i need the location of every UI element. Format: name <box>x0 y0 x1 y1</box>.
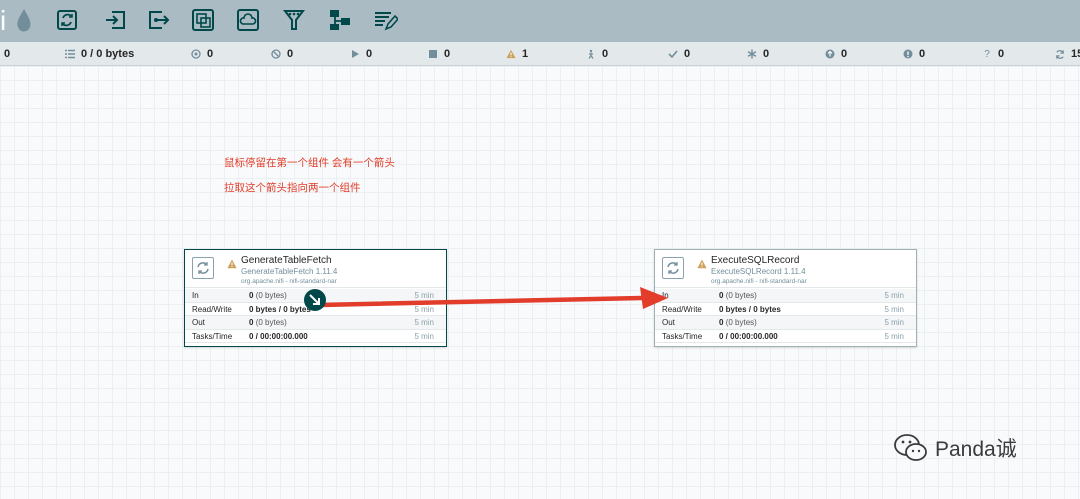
nifi-logo: i <box>0 4 34 36</box>
add-remote-process-group-button[interactable] <box>233 6 263 34</box>
row-time: 5 min <box>414 331 434 341</box>
stat-row-tasks-time: Tasks/Time 0 / 00:00:00.000 5 min <box>655 330 916 343</box>
not-transmitting-icon <box>271 49 281 59</box>
warning-icon[interactable] <box>697 259 707 269</box>
add-output-port-button[interactable] <box>143 6 173 34</box>
label-icon <box>375 12 398 31</box>
input-port-icon <box>106 11 125 29</box>
add-funnel-button[interactable] <box>279 6 309 34</box>
processor-icon <box>662 257 684 279</box>
stat-row-out: Out 0 (0 bytes) 5 min <box>655 316 916 330</box>
processor-icon <box>192 257 214 279</box>
row-time: 5 min <box>884 304 904 314</box>
remote-process-group-icon <box>237 9 259 31</box>
stopped-stat: 0 <box>428 42 450 66</box>
processor-header: GenerateTableFetch GenerateTableFetch 1.… <box>185 250 446 288</box>
watermark-text: Panda诚 <box>935 438 1017 461</box>
row-value: 0 (0 bytes) <box>249 318 287 327</box>
exclamation-circle-icon <box>903 49 913 59</box>
arrow-up-circle-icon <box>825 49 835 59</box>
processor-header: ExecuteSQLRecord ExecuteSQLRecord 1.11.4… <box>655 250 916 288</box>
row-label: Tasks/Time <box>662 331 703 341</box>
locally-modified-stat: 0 <box>747 42 769 66</box>
funnel-icon <box>282 10 306 30</box>
not-transmitting-stat: 0 <box>271 42 293 66</box>
locally-modified-stale-stat: 0 <box>903 42 925 66</box>
flow-status-bar: 0 0 / 0 bytes 0 0 0 0 1 0 0 0 0 0 ? 0 1 <box>0 42 1080 66</box>
list-icon <box>65 49 75 59</box>
row-label: Read/Write <box>192 304 232 314</box>
processor-name: GenerateTableFetch <box>241 255 332 266</box>
processor-bundle: org.apache.nifi - nifi-standard-nar <box>711 278 807 285</box>
row-value: 0 / 00:00:00.000 <box>249 331 308 341</box>
row-value: 0 (0 bytes) <box>249 291 287 300</box>
processor-type: GenerateTableFetch 1.11.4 <box>241 267 338 276</box>
refresh-stat[interactable]: 15 <box>1055 42 1080 66</box>
output-port-icon <box>149 11 170 29</box>
annotation-line-1: 鼠标停留在第一个组件 会有一个箭头 <box>224 157 395 169</box>
row-label: In <box>192 291 199 300</box>
row-time: 5 min <box>414 304 434 314</box>
row-time: 5 min <box>414 318 434 327</box>
row-label: Out <box>192 318 205 327</box>
transmitting-icon <box>191 49 201 59</box>
sync-failure-stat: ? 0 <box>982 42 1004 66</box>
up-to-date-stat: 0 <box>668 42 690 66</box>
row-value: 0 bytes / 0 bytes <box>719 304 781 314</box>
watermark: Panda诚 <box>893 433 1017 463</box>
stat-row-out: Out 0 (0 bytes) 5 min <box>185 316 446 330</box>
row-value: 0 (0 bytes) <box>719 291 757 300</box>
flow-canvas[interactable]: 鼠标停留在第一个组件 会有一个箭头 拉取这个箭头指向两一个组件 Generate… <box>0 66 1080 499</box>
processor-executesqlrecord[interactable]: ExecuteSQLRecord ExecuteSQLRecord 1.11.4… <box>654 249 917 347</box>
stat-row-in: In 0 (0 bytes) 5 min <box>655 289 916 303</box>
question-icon: ? <box>984 48 990 60</box>
row-label: Read/Write <box>662 304 702 314</box>
refresh-icon[interactable] <box>1055 49 1065 59</box>
processor-icon <box>57 10 77 30</box>
connection-drag-icon[interactable] <box>304 289 326 311</box>
invalid-stat: 1 <box>506 42 528 66</box>
process-group-icon <box>192 9 214 31</box>
processor-name: ExecuteSQLRecord <box>711 255 800 266</box>
row-label: Out <box>662 318 675 327</box>
stale-stat: 0 <box>825 42 847 66</box>
annotation-line-2: 拉取这个箭头指向两一个组件 <box>224 182 361 194</box>
stat-row-read-write: Read/Write 0 bytes / 0 bytes 5 min <box>655 303 916 316</box>
processor-bundle: org.apache.nifi - nifi-standard-nar <box>241 278 337 285</box>
warning-icon <box>506 49 516 59</box>
add-label-button[interactable] <box>370 6 400 34</box>
row-time: 5 min <box>414 291 434 300</box>
asterisk-icon <box>747 49 757 59</box>
row-time: 5 min <box>884 331 904 341</box>
stat-row-tasks-time: Tasks/Time 0 / 00:00:00.000 5 min <box>185 330 446 343</box>
add-template-button[interactable] <box>325 6 355 34</box>
row-time: 5 min <box>884 318 904 327</box>
warning-icon[interactable] <box>227 259 237 269</box>
check-icon <box>668 49 678 59</box>
global-toolbar: i <box>0 0 1080 42</box>
processor-type: ExecuteSQLRecord 1.11.4 <box>711 267 806 276</box>
row-label: Tasks/Time <box>192 331 233 341</box>
row-value: 0 bytes / 0 bytes <box>249 304 311 314</box>
row-value: 0 / 00:00:00.000 <box>719 331 778 341</box>
queued-stat: 0 / 0 bytes <box>65 42 134 66</box>
add-process-group-button[interactable] <box>188 6 218 34</box>
disabled-stat: 0 <box>586 42 608 66</box>
svg-text:i: i <box>0 5 6 36</box>
template-icon <box>330 10 350 30</box>
row-time: 5 min <box>884 291 904 300</box>
running-stat: 0 <box>350 42 372 66</box>
disabled-icon <box>586 49 596 59</box>
add-processor-button[interactable] <box>52 6 82 34</box>
play-icon <box>350 49 360 59</box>
active-thread-count: 0 <box>4 48 11 60</box>
transmitting-stat: 0 <box>191 42 213 66</box>
add-input-port-button[interactable] <box>101 6 131 34</box>
row-label: In <box>662 291 669 300</box>
stop-icon <box>428 49 438 59</box>
row-value: 0 (0 bytes) <box>719 318 757 327</box>
wechat-icon <box>894 434 927 461</box>
